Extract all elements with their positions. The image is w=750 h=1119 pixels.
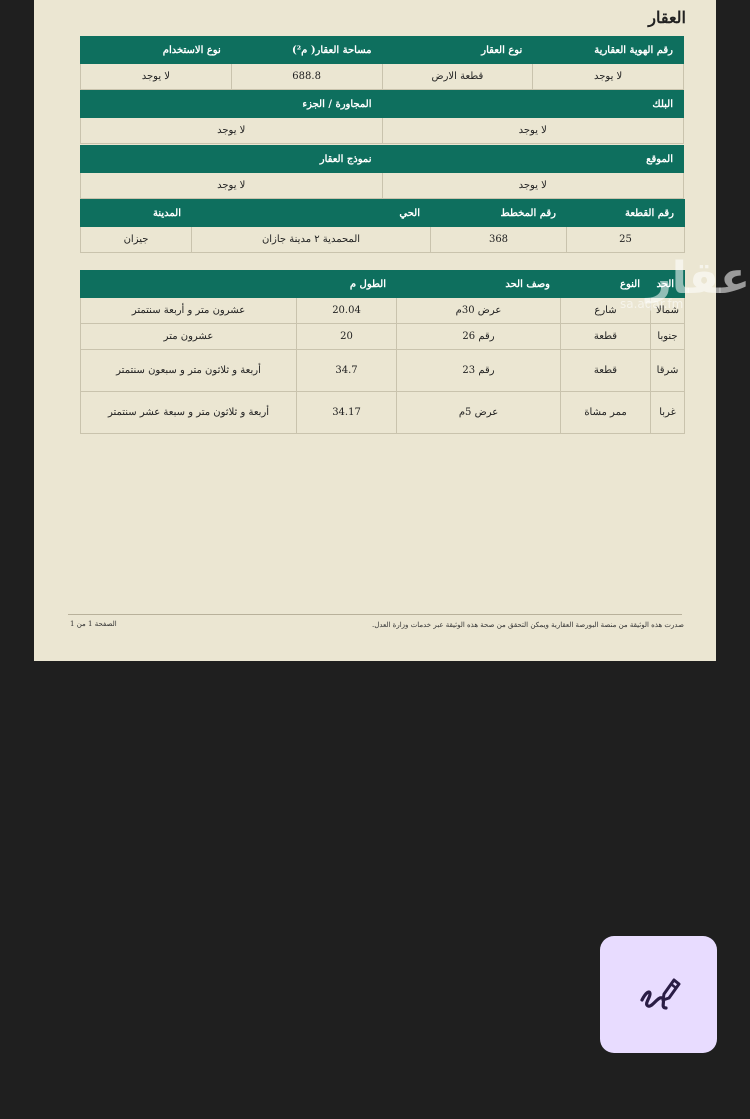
boundary-type: قطعة <box>560 349 652 392</box>
header-plan-number: رقم المخطط <box>430 199 567 227</box>
page-indicator: الصفحة 1 من 1 <box>70 620 117 628</box>
value-plot-number: 25 <box>566 226 685 253</box>
value-block: لا يوجد <box>381 117 684 144</box>
value-property-id: لا يوجد <box>532 63 684 90</box>
footer-divider <box>68 614 682 615</box>
value-property-area: 688.8 <box>230 63 383 90</box>
header-property-type: نوع العقار <box>381 36 534 64</box>
value-property-type: قطعة الارض <box>381 63 534 90</box>
footer-note: صدرت هذه الوثيقة من منصة البورصة العقاري… <box>372 621 684 629</box>
boundary-length-number: 20 <box>296 323 398 350</box>
boundary-length-words: أربعة و ثلاثون متر و سبعة عشر سنتمتر <box>79 391 298 434</box>
boundary-description: رقم 26 <box>396 323 562 350</box>
header-block: البلك <box>381 90 684 118</box>
value-plan-number: 368 <box>430 226 567 253</box>
header-district: الحي <box>191 199 431 227</box>
table-row: غربا ممر مشاة عرض 5م 34.17 أربعة و ثلاثو… <box>79 391 686 434</box>
header-usage-type: نوع الاستخدام <box>80 36 232 64</box>
header-property-model: نموذج العقار <box>80 145 383 173</box>
value-city: جيزان <box>80 226 192 253</box>
header-neighborhood-part: المجاورة / الجزء <box>80 90 383 118</box>
location-info-table: الموقع نموذج العقار لا يوجد لا يوجد <box>80 145 684 199</box>
boundary-length-number: 34.7 <box>296 349 398 392</box>
boundary-description: عرض 30م <box>396 297 562 324</box>
plot-info-table: رقم القطعة رقم المخطط الحي المدينة 25 36… <box>80 199 685 253</box>
table-row: شرقا قطعة رقم 23 34.7 أربعة و ثلاثون متر… <box>79 349 686 392</box>
boundary-direction: غربا <box>650 391 686 434</box>
boundary-description: رقم 23 <box>396 349 562 392</box>
header-boundary-description: وصف الحد <box>396 270 562 298</box>
boundary-length-words: أربعة و ثلاثون متر و سبعون سنتمتر <box>79 349 298 392</box>
block-info-table: البلك المجاورة / الجزء لا يوجد لا يوجد <box>80 90 684 144</box>
draw-pen-icon <box>636 970 682 1020</box>
boundary-direction: شرقا <box>650 349 686 392</box>
watermark-logo: عقار <box>646 253 750 304</box>
value-location: لا يوجد <box>381 172 684 199</box>
value-district: المحمدية ٢ مدينة جازان <box>191 226 431 253</box>
annotate-button[interactable] <box>600 936 717 1053</box>
header-city: المدينة <box>80 199 192 227</box>
header-location: الموقع <box>381 145 684 173</box>
boundary-length-words: عشرون متر و أربعة سنتمتر <box>79 297 298 324</box>
value-neighborhood-part: لا يوجد <box>80 117 383 144</box>
boundary-length-number: 34.17 <box>296 391 398 434</box>
property-info-table: رقم الهوية العقارية نوع العقار مساحة الع… <box>80 36 684 90</box>
value-usage-type: لا يوجد <box>80 63 232 90</box>
value-property-model: لا يوجد <box>80 172 383 199</box>
header-plot-number: رقم القطعة <box>566 199 685 227</box>
boundary-type: ممر مشاة <box>560 391 652 434</box>
boundary-length-number: 20.04 <box>296 297 398 324</box>
watermark: عقار sa.aqar.fm <box>590 255 750 335</box>
section-title: العقار <box>648 8 686 27</box>
boundary-description: عرض 5م <box>396 391 562 434</box>
header-property-id: رقم الهوية العقارية <box>532 36 684 64</box>
boundary-length-words: عشرون متر <box>79 323 298 350</box>
header-length: الطول م <box>79 270 398 298</box>
header-property-area: مساحة العقار( م²) <box>230 36 383 64</box>
